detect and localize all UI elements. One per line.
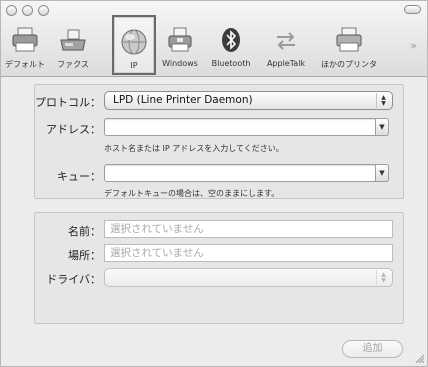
toolbar-item-fax[interactable]: ファクス <box>51 15 95 75</box>
name-field[interactable]: 選択されていません <box>104 220 393 238</box>
queue-hint: デフォルトキューの場合は、空のままにします。 <box>104 189 280 198</box>
toolbar-item-label: IP <box>130 61 138 70</box>
address-label: アドレス： <box>46 123 101 136</box>
add-button[interactable]: 追加 <box>342 340 403 358</box>
address-field[interactable]: ▼ <box>104 118 389 136</box>
protocol-popup[interactable]: LPD (Line Printer Daemon) ▲ ▼ <box>104 91 393 110</box>
queue-field[interactable]: ▼ <box>104 164 389 182</box>
location-field[interactable]: 選択されていません <box>104 244 393 262</box>
toolbar-toggle-button[interactable] <box>404 5 421 14</box>
toolbar-item-appletalk[interactable]: AppleTalk <box>260 15 312 75</box>
printer-icon <box>333 23 365 57</box>
ip-settings-panel: プロトコル： LPD (Line Printer Daemon) ▲ ▼ アドレス… <box>34 84 404 199</box>
toolbar-item-default[interactable]: デフォルト <box>3 15 47 75</box>
popup-arrows-icon: ▲ ▼ <box>376 270 390 285</box>
chevron-down-icon[interactable]: ▼ <box>375 164 389 182</box>
toolbar-item-label: AppleTalk <box>266 59 306 68</box>
toolbar-item-ip[interactable]: IP <box>112 15 156 75</box>
fax-icon <box>57 23 89 57</box>
bluetooth-icon <box>215 23 247 57</box>
toolbar-item-label: Bluetooth <box>211 59 251 68</box>
location-label: 場所： <box>68 249 101 262</box>
popup-arrows-icon: ▲ ▼ <box>376 93 390 108</box>
address-hint: ホスト名または IP アドレスを入力してください。 <box>104 144 284 153</box>
printer-icon <box>9 23 41 57</box>
protocol-label: プロトコル： <box>35 96 101 109</box>
toolbar-item-label: Windows <box>162 59 198 68</box>
chevron-down-icon[interactable]: ▼ <box>375 118 389 136</box>
toolbar-item-label: デフォルト <box>5 60 45 69</box>
toolbar-item-windows[interactable]: Windows <box>157 15 203 75</box>
driver-popup[interactable]: ▲ ▼ <box>104 268 393 287</box>
driver-label: ドライバ： <box>46 273 101 286</box>
toolbar-overflow-button[interactable]: » <box>410 39 417 52</box>
globe-icon <box>118 25 150 59</box>
queue-label: キュー： <box>57 170 101 183</box>
toolbar-item-label: ほかのプリンタ <box>321 60 377 69</box>
add-printer-window: デフォルト ファクス IP Windows Bluetooth AppleTal… <box>0 0 428 367</box>
appletalk-icon <box>270 23 302 57</box>
protocol-value: LPD (Line Printer Daemon) <box>113 94 253 106</box>
toolbar: デフォルト ファクス IP Windows Bluetooth AppleTal… <box>1 1 427 77</box>
resize-grip-icon[interactable] <box>414 353 424 363</box>
toolbar-item-label: ファクス <box>57 60 89 69</box>
windows-printer-icon <box>164 23 196 57</box>
printer-info-panel: 名前： 選択されていません 場所： 選択されていません ドライバ： ▲ ▼ <box>34 212 404 324</box>
toolbar-item-bluetooth[interactable]: Bluetooth <box>206 15 256 75</box>
name-label: 名前： <box>68 225 101 238</box>
toolbar-item-other-printers[interactable]: ほかのプリンタ <box>316 15 382 75</box>
